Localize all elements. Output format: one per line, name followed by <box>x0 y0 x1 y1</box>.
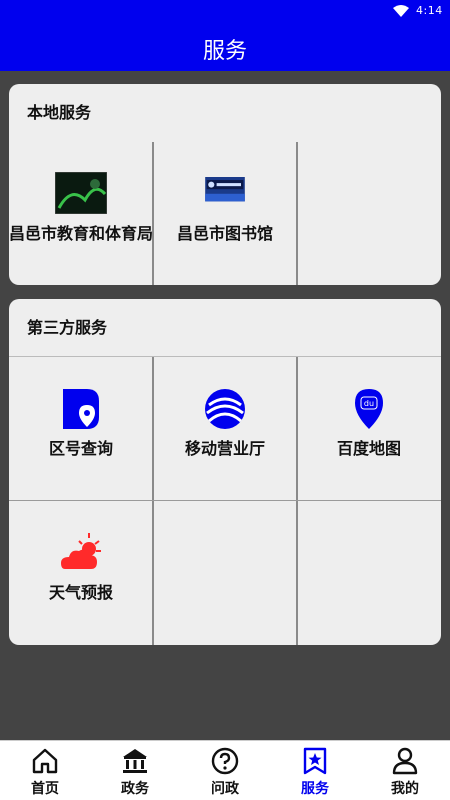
tab-inquiry[interactable]: 问政 <box>180 741 270 800</box>
service-item-china-mobile[interactable]: 移动营业厅 <box>153 357 297 501</box>
tab-label: 服务 <box>301 781 329 797</box>
tab-home[interactable]: 首页 <box>0 741 90 800</box>
service-item-label: 天气预报 <box>48 583 113 602</box>
page-title: 服务 <box>202 39 247 64</box>
library-thumbnail <box>205 177 245 202</box>
service-item-label: 昌邑市图书馆 <box>176 224 273 243</box>
third-party-services-header: 第三方服务 <box>9 299 441 357</box>
local-services-card: 本地服务 昌邑市教育和体育局 昌邑市图书馆 <box>9 84 441 285</box>
app-bar: 服务 <box>0 24 450 71</box>
tab-label: 我的 <box>391 781 419 797</box>
service-item-library[interactable]: 昌邑市图书馆 <box>153 142 297 285</box>
third-party-services-grid: 区号查询 移动营业厅 du 百度地图 天气预报 <box>9 357 441 645</box>
government-building-icon <box>123 749 147 773</box>
service-item-education-bureau[interactable]: 昌邑市教育和体育局 <box>9 142 153 285</box>
china-mobile-icon <box>205 389 245 429</box>
person-icon <box>392 747 418 775</box>
service-item-label: 昌邑市教育和体育局 <box>9 224 154 243</box>
tab-label: 政务 <box>121 781 149 797</box>
service-item-weather[interactable]: 天气预报 <box>9 501 153 645</box>
local-services-grid: 昌邑市教育和体育局 昌邑市图书馆 <box>9 142 441 285</box>
service-star-icon <box>303 747 327 775</box>
service-item-label: 移动营业厅 <box>184 439 265 458</box>
tab-label: 首页 <box>31 781 59 797</box>
service-item-area-code[interactable]: 区号查询 <box>9 357 153 501</box>
third-party-services-card: 第三方服务 区号查询 移动营业厅 du 百度地图 天气预报 <box>9 299 441 645</box>
education-bureau-thumbnail <box>55 172 107 214</box>
baidu-map-pin-icon: du <box>355 389 383 429</box>
weather-icon <box>61 533 101 569</box>
svg-text:du: du <box>364 399 374 408</box>
wifi-icon <box>393 5 409 17</box>
status-time: 4:14 <box>416 4 443 17</box>
area-code-icon <box>63 389 99 429</box>
local-services-header: 本地服务 <box>27 103 92 122</box>
tab-services[interactable]: 服务 <box>270 741 360 800</box>
tab-label: 问政 <box>211 781 239 797</box>
status-bar: 4:14 <box>0 0 450 24</box>
bottom-tab-bar: 首页 政务 问政 服务 我的 <box>0 740 450 800</box>
question-icon <box>211 747 239 775</box>
service-item-label: 区号查询 <box>48 439 113 458</box>
service-item-label: 百度地图 <box>336 439 401 458</box>
home-icon <box>32 748 58 774</box>
service-item-baidu-map[interactable]: du 百度地图 <box>297 357 441 501</box>
tab-profile[interactable]: 我的 <box>360 741 450 800</box>
tab-government[interactable]: 政务 <box>90 741 180 800</box>
